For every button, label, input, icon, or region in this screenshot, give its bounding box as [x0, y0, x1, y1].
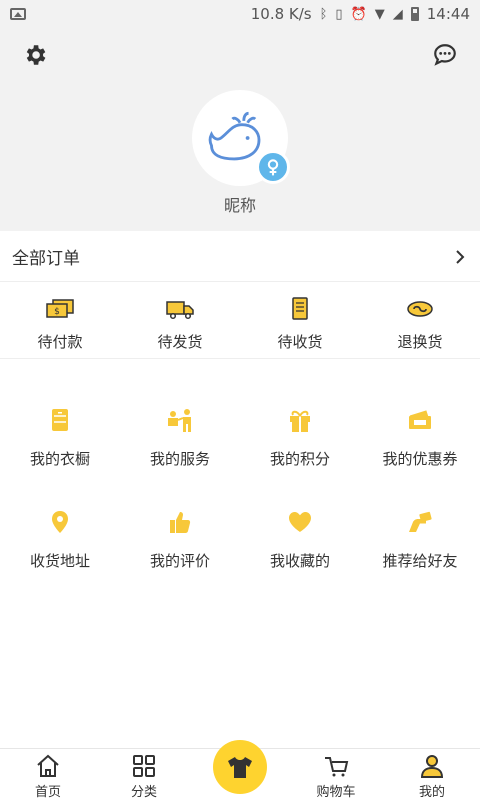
service-wardrobe[interactable]: 我的衣橱 — [0, 406, 120, 508]
chevron-right-icon — [456, 249, 465, 264]
status-return-exchange[interactable]: 退换货 — [360, 283, 480, 358]
status-bar: 10.8 K/s ᛒ ▯ ⏰ ▼ ◢ 14:44 — [0, 0, 480, 28]
services-grid: 我的衣橱 我的服务 我的积分 我的优惠券 收货地址 我的评价 我收藏的 推荐给好… — [0, 360, 480, 610]
gear-icon — [26, 45, 46, 65]
nav-label: 购物车 — [316, 785, 356, 800]
grid-icon — [133, 755, 155, 777]
gender-badge — [256, 150, 290, 184]
wardrobe-icon — [52, 409, 68, 431]
svg-text:$: $ — [54, 307, 60, 317]
service-label: 推荐给好友 — [382, 552, 458, 570]
truck-icon — [166, 301, 194, 320]
share-hand-icon — [409, 511, 432, 532]
service-favorites[interactable]: 我收藏的 — [240, 508, 360, 610]
avatar-container[interactable] — [192, 90, 290, 186]
signal-icon: ◢ — [392, 6, 403, 22]
message-button[interactable] — [432, 42, 458, 68]
nav-home[interactable]: 首页 — [0, 749, 96, 800]
thumbs-up-icon — [170, 512, 191, 533]
service-label: 收货地址 — [29, 552, 90, 570]
receipt-icon — [292, 297, 308, 320]
bluetooth-icon: ᛒ — [319, 6, 328, 22]
location-icon — [52, 511, 68, 533]
service-label: 我收藏的 — [269, 552, 330, 570]
service-label: 我的服务 — [149, 450, 210, 468]
exchange-icon — [407, 301, 433, 317]
tshirt-icon — [228, 757, 252, 778]
wifi-icon: ▼ — [374, 6, 385, 22]
female-icon — [267, 159, 279, 176]
clock: 14:44 — [426, 5, 470, 23]
service-coupons[interactable]: 我的优惠券 — [360, 406, 480, 508]
service-label: 我的评价 — [149, 552, 210, 570]
service-label: 我的衣橱 — [29, 450, 90, 468]
user-icon — [420, 755, 444, 778]
service-reviews[interactable]: 我的评价 — [120, 508, 240, 610]
service-label: 我的优惠券 — [382, 450, 458, 468]
status-label: 退换货 — [397, 333, 443, 351]
service-my-service[interactable]: 我的服务 — [120, 406, 240, 508]
nav-label: 首页 — [34, 785, 61, 800]
service-label: 我的积分 — [269, 450, 330, 468]
alarm-icon: ⏰ — [350, 6, 367, 22]
home-icon — [37, 754, 59, 777]
center-fab-button[interactable] — [213, 740, 267, 794]
status-label: 待付款 — [37, 333, 83, 351]
service-icon — [168, 409, 191, 432]
status-right: 10.8 K/s ᛒ ▯ ⏰ ▼ ◢ 14:44 — [251, 5, 470, 23]
profile-header: 昵称 — [0, 28, 480, 231]
services-row: 我的衣橱 我的服务 我的积分 我的优惠券 — [0, 406, 480, 508]
cash-icon: $ — [46, 299, 74, 318]
status-label: 待发货 — [157, 333, 203, 351]
cart-icon — [325, 757, 349, 777]
settings-button[interactable] — [22, 42, 48, 68]
all-orders-title: 全部订单 — [12, 249, 80, 269]
nav-label: 分类 — [130, 785, 157, 800]
network-speed: 10.8 K/s — [250, 5, 312, 23]
chat-bubble-icon — [434, 44, 456, 66]
nickname[interactable]: 昵称 — [0, 192, 480, 216]
status-pending-payment[interactable]: $ 待付款 — [0, 283, 120, 358]
gallery-notification-icon — [10, 8, 26, 20]
all-orders-row[interactable]: 全部订单 — [0, 232, 480, 282]
coupon-icon — [409, 410, 431, 429]
service-address[interactable]: 收货地址 — [0, 508, 120, 610]
service-points[interactable]: 我的积分 — [240, 406, 360, 508]
nav-label: 我的 — [418, 785, 445, 800]
heart-icon — [289, 512, 311, 532]
services-row: 收货地址 我的评价 我收藏的 推荐给好友 — [0, 508, 480, 610]
vibrate-icon: ▯ — [335, 6, 343, 22]
order-status-bar: $ 待付款 待发货 待收货 退换货 — [0, 283, 480, 359]
nav-cart[interactable]: 购物车 — [288, 749, 384, 800]
battery-icon — [410, 7, 419, 21]
nav-mine[interactable]: 我的 — [384, 749, 480, 800]
status-pending-receipt[interactable]: 待收货 — [240, 283, 360, 358]
service-recommend[interactable]: 推荐给好友 — [360, 508, 480, 610]
gift-icon — [290, 410, 310, 432]
status-label: 待收货 — [277, 333, 323, 351]
status-pending-shipment[interactable]: 待发货 — [120, 283, 240, 358]
nav-category[interactable]: 分类 — [96, 749, 192, 800]
